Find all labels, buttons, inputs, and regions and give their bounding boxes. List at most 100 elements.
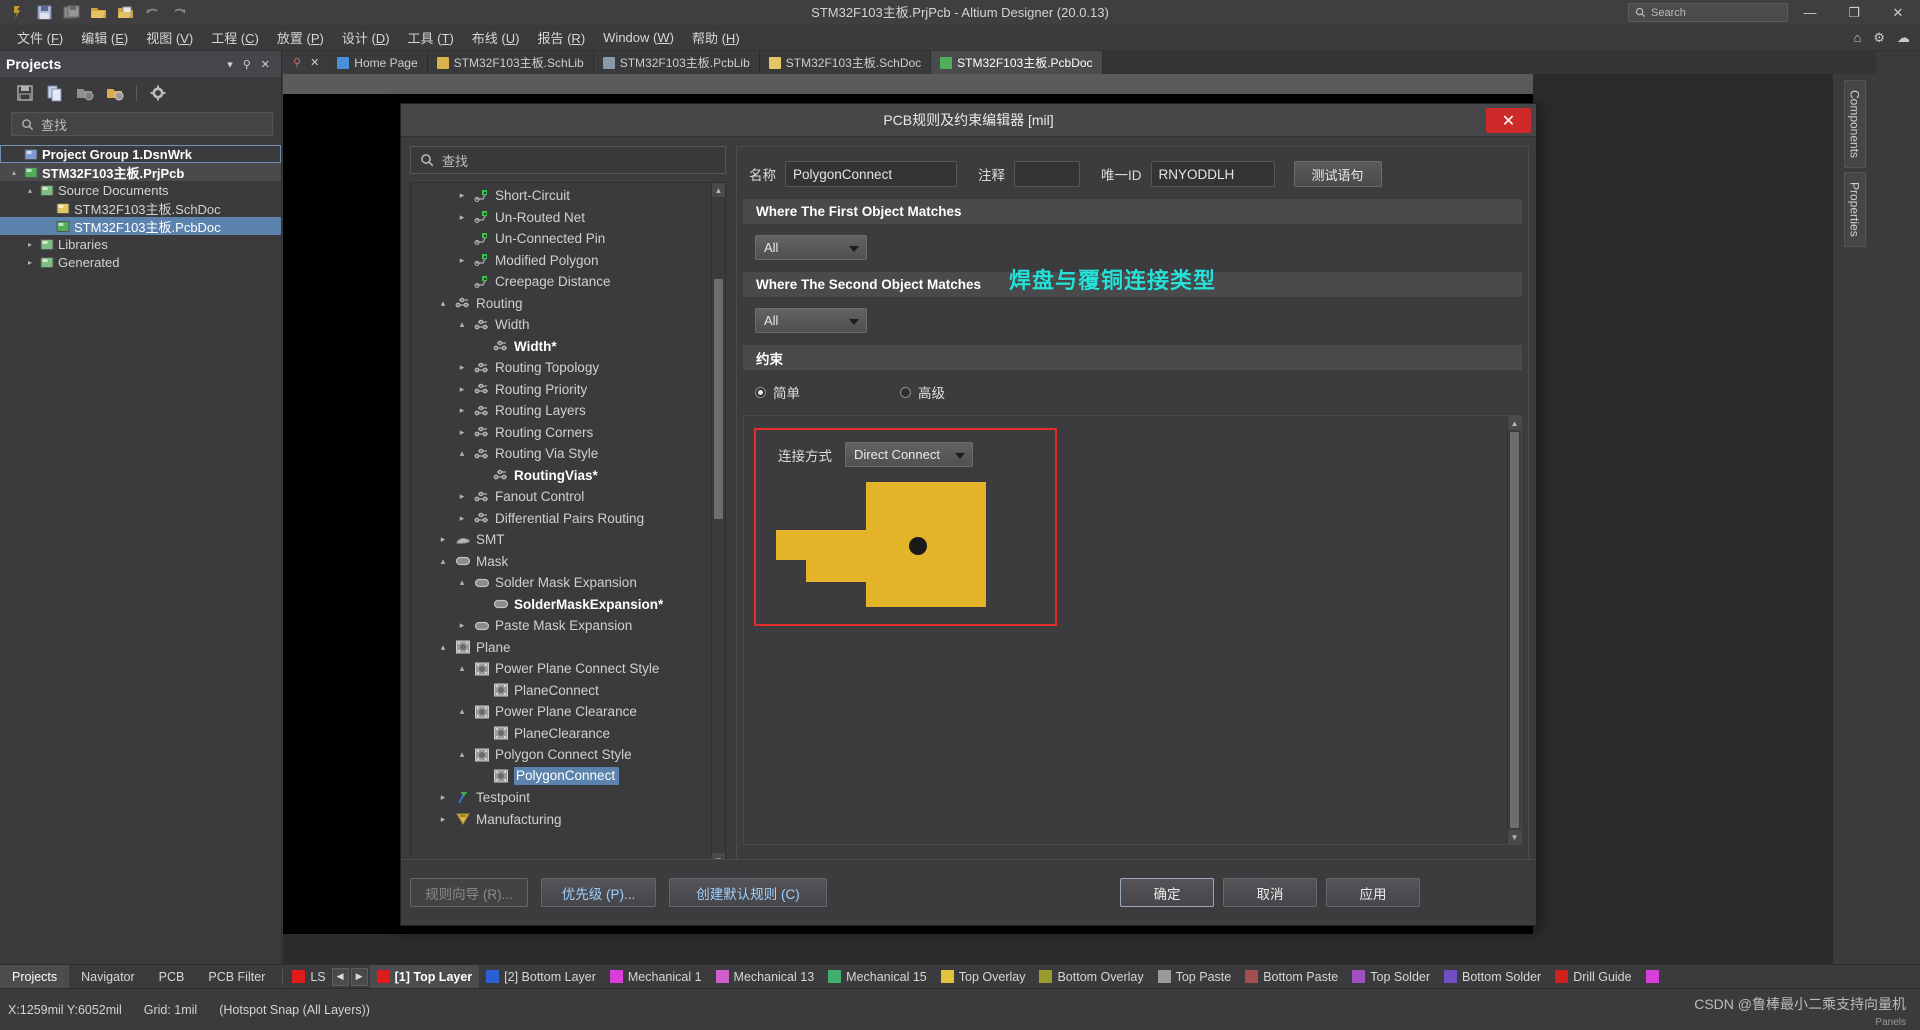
- settings-icon[interactable]: ⚙: [1873, 30, 1885, 46]
- rule-name-input[interactable]: PolygonConnect: [785, 161, 957, 187]
- layer-tab-9[interactable]: Top Solder: [1345, 965, 1437, 989]
- rule-tree-item[interactable]: ▴ Routing: [411, 293, 711, 315]
- twisty-icon[interactable]: ▸: [455, 513, 469, 524]
- cancel-button[interactable]: 取消: [1223, 878, 1317, 907]
- unique-id-input[interactable]: RNYODDLH: [1150, 161, 1275, 187]
- rule-tree-item[interactable]: ▸ Routing Corners: [411, 422, 711, 444]
- project-tree-item[interactable]: ▴ STM32F103主板.PrjPcb: [0, 163, 281, 181]
- layer-tab-12[interactable]: [1639, 965, 1671, 989]
- pin-icon[interactable]: ⚲: [238, 58, 256, 71]
- twisty-icon[interactable]: ▴: [455, 448, 469, 459]
- twisty-icon[interactable]: ▸: [436, 792, 450, 803]
- rule-tree-item[interactable]: ▴ Routing Via Style: [411, 443, 711, 465]
- layer-tab-4[interactable]: Mechanical 15: [821, 965, 934, 989]
- apply-button[interactable]: 应用: [1326, 878, 1420, 907]
- minimize-button[interactable]: —: [1788, 0, 1832, 25]
- twisty-icon[interactable]: ▸: [455, 362, 469, 373]
- twisty-icon[interactable]: ▸: [455, 212, 469, 223]
- panels-button[interactable]: Panels: [1875, 1017, 1906, 1028]
- altium-logo-icon[interactable]: [9, 4, 26, 21]
- current-layer-color-swatch[interactable]: [292, 970, 306, 983]
- rule-tree-item[interactable]: ▸ Fanout Control: [411, 486, 711, 508]
- test-query-button[interactable]: 测试语句: [1293, 161, 1382, 187]
- rule-tree-item[interactable]: ▸ SMT: [411, 529, 711, 551]
- rule-tree-item[interactable]: ▸ Routing Layers: [411, 400, 711, 422]
- twisty-icon[interactable]: ▸: [455, 384, 469, 395]
- twisty-icon[interactable]: ▴: [436, 556, 450, 567]
- priority-button[interactable]: 优先级 (P)...: [541, 878, 656, 907]
- save-all-icon[interactable]: [63, 4, 80, 21]
- doc-tab-2[interactable]: STM32F103主板.PcbLib: [593, 51, 760, 74]
- twisty-icon[interactable]: ▸: [24, 240, 36, 249]
- rule-tree-item[interactable]: ▴ Solder Mask Expansion: [411, 572, 711, 594]
- panel-tab-pcb-filter[interactable]: PCB Filter: [196, 965, 277, 989]
- project-tree-item[interactable]: ▴ Source Documents: [0, 181, 281, 199]
- maximize-button[interactable]: ❐: [1832, 0, 1876, 25]
- pin-icon[interactable]: ⚲: [293, 56, 301, 69]
- rule-tree-item[interactable]: ▸ Modified Polygon: [411, 250, 711, 272]
- scroll-down-icon[interactable]: ▼: [1508, 830, 1521, 844]
- rule-tree-item[interactable]: ▸ Differential Pairs Routing: [411, 508, 711, 530]
- scroll-up-icon[interactable]: ▲: [1508, 416, 1521, 430]
- rule-tree-item[interactable]: ▸ Short-Circuit: [411, 185, 711, 207]
- layer-set-label[interactable]: LS: [310, 970, 325, 984]
- twisty-icon[interactable]: ▸: [455, 190, 469, 201]
- rule-tree-item[interactable]: PlaneConnect: [411, 680, 711, 702]
- twisty-icon[interactable]: ▸: [455, 255, 469, 266]
- doc-tab-3[interactable]: STM32F103主板.SchDoc: [759, 51, 932, 74]
- tab-components[interactable]: Components: [1843, 80, 1866, 169]
- layer-tab-3[interactable]: Mechanical 13: [709, 965, 822, 989]
- panel-tab-pcb[interactable]: PCB: [147, 965, 197, 989]
- connect-style-select[interactable]: Direct Connect: [845, 442, 973, 467]
- redo-icon[interactable]: [171, 4, 188, 21]
- first-object-scope-select[interactable]: All: [755, 235, 867, 260]
- twisty-icon[interactable]: ▴: [455, 663, 469, 674]
- layer-tab-7[interactable]: Top Paste: [1151, 965, 1239, 989]
- undo-icon[interactable]: [144, 4, 161, 21]
- rule-wizard-button[interactable]: 规则向导 (R)...: [410, 878, 528, 907]
- home-icon[interactable]: ⌂: [1853, 30, 1861, 45]
- rule-tree-item[interactable]: ▴ Width: [411, 314, 711, 336]
- menu-编辑[interactable]: 编辑 (E): [72, 25, 137, 50]
- menu-视图[interactable]: 视图 (V): [137, 25, 202, 50]
- layer-tab-0[interactable]: [1] Top Layer: [369, 964, 480, 989]
- folder-options-icon[interactable]: [106, 84, 124, 102]
- scrollbar-thumb[interactable]: [1510, 432, 1519, 828]
- layer-tab-5[interactable]: Top Overlay: [934, 965, 1033, 989]
- global-search-input[interactable]: Search: [1628, 3, 1788, 22]
- panel-tab-projects[interactable]: Projects: [0, 964, 70, 989]
- next-layer-button[interactable]: ▶: [350, 967, 368, 986]
- rule-tree-item[interactable]: ▴ Power Plane Clearance: [411, 701, 711, 723]
- dialog-close-button[interactable]: ✕: [1486, 108, 1531, 133]
- rule-tree-item[interactable]: Width*: [411, 336, 711, 358]
- twisty-icon[interactable]: ▴: [436, 298, 450, 309]
- scrollbar-thumb[interactable]: [714, 279, 723, 519]
- menu-报告[interactable]: 报告 (R): [528, 25, 594, 50]
- twisty-icon[interactable]: ▴: [8, 168, 20, 177]
- rule-tree-item[interactable]: PolygonConnect: [411, 766, 711, 788]
- open-project-icon[interactable]: [117, 4, 134, 21]
- twisty-icon[interactable]: ▴: [455, 319, 469, 330]
- project-tree-item[interactable]: ▸ Libraries: [0, 235, 281, 253]
- twisty-icon[interactable]: ▸: [24, 258, 36, 267]
- rules-tree-scrollbar[interactable]: ▲ ▼: [711, 183, 725, 867]
- advanced-mode-radio[interactable]: 高级: [900, 382, 945, 402]
- rule-tree-item[interactable]: ▴ Plane: [411, 637, 711, 659]
- layer-tab-2[interactable]: Mechanical 1: [603, 965, 709, 989]
- rule-tree-item[interactable]: Un-Connected Pin: [411, 228, 711, 250]
- twisty-icon[interactable]: ▸: [436, 814, 450, 825]
- twisty-icon[interactable]: ▴: [24, 186, 36, 195]
- menu-布线[interactable]: 布线 (U): [463, 25, 529, 50]
- prev-layer-button[interactable]: ◀: [331, 967, 349, 986]
- copy-icon[interactable]: [46, 84, 64, 102]
- layer-tab-8[interactable]: Bottom Paste: [1238, 965, 1345, 989]
- menu-设计[interactable]: 设计 (D): [333, 25, 399, 50]
- twisty-icon[interactable]: ▸: [455, 620, 469, 631]
- project-tree-item[interactable]: STM32F103主板.PcbDoc: [0, 217, 281, 235]
- rule-tree-item[interactable]: SolderMaskExpansion*: [411, 594, 711, 616]
- save-icon[interactable]: [16, 84, 34, 102]
- rule-tree-item[interactable]: ▴ Power Plane Connect Style: [411, 658, 711, 680]
- rule-tree-item[interactable]: RoutingVias*: [411, 465, 711, 487]
- layer-tab-11[interactable]: Drill Guide: [1548, 965, 1638, 989]
- compile-icon[interactable]: [76, 84, 94, 102]
